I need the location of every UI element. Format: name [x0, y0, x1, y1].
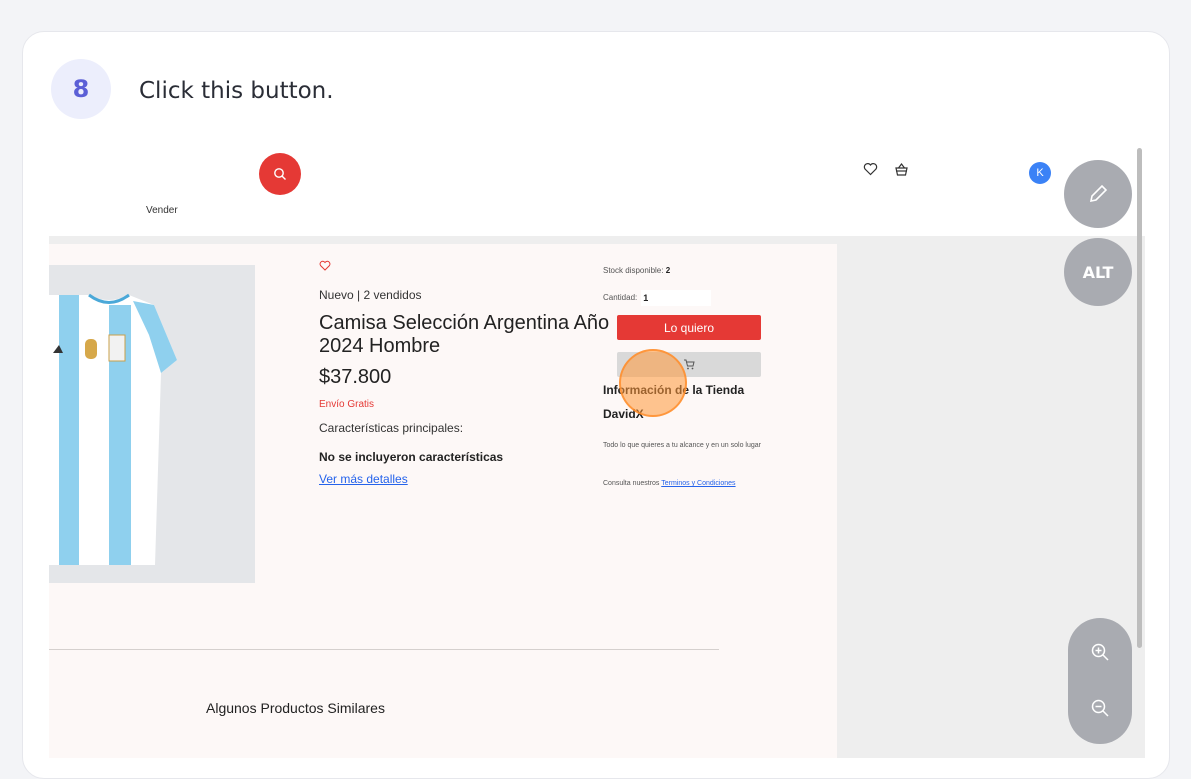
store-description: Todo lo que quieres a tu alcance y en un…	[603, 442, 761, 449]
terms-line: Consulta nuestros Terminos y Condiciones	[603, 480, 736, 487]
product-price: $37.800	[319, 366, 392, 388]
stock-label: Stock disponible:	[603, 266, 664, 275]
nav-vender-link[interactable]: Vender	[146, 205, 178, 216]
basket-icon[interactable]	[894, 162, 909, 177]
zoom-controls	[1068, 618, 1132, 744]
features-heading: Características principales:	[319, 421, 464, 435]
user-avatar[interactable]: K	[1029, 162, 1051, 184]
terms-link[interactable]: Terminos y Condiciones	[661, 480, 735, 487]
zoom-in-icon	[1091, 643, 1109, 661]
step-number-badge: 8	[51, 59, 111, 119]
product-panel: Nuevo | 2 vendidos Camisa Selección Arge…	[49, 244, 837, 758]
search-button[interactable]	[259, 153, 301, 195]
quantity-row: Cantidad: 1	[603, 290, 712, 306]
zoom-out-button[interactable]	[1088, 696, 1112, 720]
product-image	[49, 265, 255, 583]
similar-products-heading: Algunos Productos Similares	[206, 700, 385, 716]
step-instruction: Click this button.	[139, 78, 334, 104]
click-target-highlight	[619, 349, 687, 417]
stock-info: Stock disponible: 2	[603, 266, 670, 275]
cart-icon	[684, 359, 695, 370]
product-condition: Nuevo | 2 vendidos	[319, 288, 422, 302]
stock-value: 2	[665, 266, 671, 275]
section-divider	[49, 649, 719, 650]
heart-icon[interactable]	[863, 162, 878, 176]
quantity-label: Cantidad:	[603, 293, 638, 303]
step-card: 8 Click this button. Vender K Nuevo | 2 …	[22, 31, 1170, 779]
edit-button[interactable]	[1064, 160, 1132, 228]
quantity-input[interactable]: 1	[641, 290, 712, 306]
terms-prefix: Consulta nuestros	[603, 480, 660, 487]
product-title: Camisa Selección Argentina Año 2024 Homb…	[319, 312, 610, 357]
header-icons	[863, 162, 909, 177]
search-icon	[274, 168, 286, 180]
scrollbar[interactable]	[1137, 148, 1142, 648]
shipping-label: Envío Gratis	[319, 399, 375, 410]
site-header: Vender K	[49, 148, 1145, 236]
zoom-in-button[interactable]	[1088, 640, 1112, 664]
zoom-out-icon	[1091, 699, 1109, 717]
more-details-link[interactable]: Ver más detalles	[319, 472, 408, 486]
pencil-icon	[1089, 184, 1108, 203]
buy-button[interactable]: Lo quiero	[617, 315, 761, 340]
favorite-heart-icon[interactable]	[319, 260, 331, 271]
alt-text-button[interactable]: ALT	[1064, 238, 1132, 306]
screenshot-frame: Vender K Nuevo | 2 vendidos Camisa Selec…	[49, 148, 1145, 758]
features-empty: No se incluyeron características	[319, 450, 504, 464]
